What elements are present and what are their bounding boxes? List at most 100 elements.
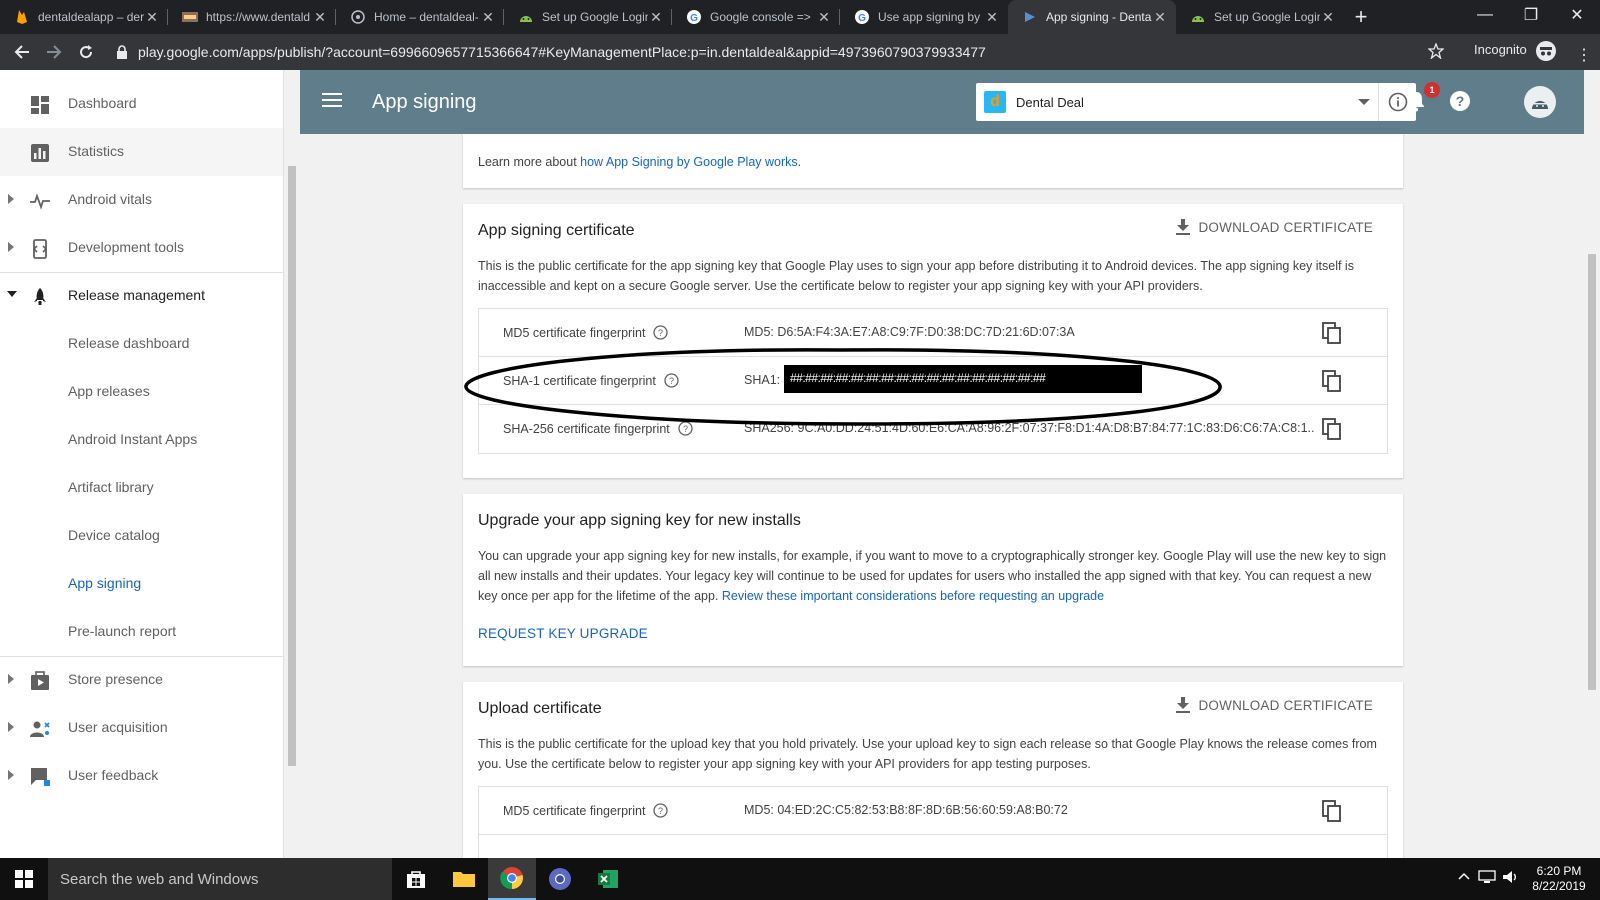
browser-tab[interactable]: Set up Google Login ✕: [504, 0, 672, 34]
network-icon[interactable]: [1478, 870, 1496, 884]
sidebar-item-app-signing[interactable]: App signing: [0, 560, 283, 608]
sidebar: Dashboard Statistics Android vitals Deve…: [0, 70, 284, 858]
help-circle-icon[interactable]: ?: [653, 325, 669, 340]
copy-icon[interactable]: [1321, 321, 1343, 345]
sidebar-item-pre-launch-report[interactable]: Pre-launch report: [0, 608, 283, 656]
sidebar-item-android-vitals[interactable]: Android vitals: [0, 176, 283, 224]
close-tab-icon[interactable]: ✕: [1320, 9, 1336, 26]
learn-more-text: Learn more about how App Signing by Goog…: [478, 155, 802, 169]
page-scrollbar-thumb[interactable]: [1588, 254, 1596, 690]
sidebar-item-release-dashboard[interactable]: Release dashboard: [0, 320, 283, 368]
fingerprint-row: [479, 835, 1387, 858]
forward-button[interactable]: [38, 36, 70, 68]
taskbar-chrome-canary[interactable]: [536, 858, 584, 900]
address-bar[interactable]: play.google.com/apps/publish/?account=69…: [108, 38, 1444, 66]
sidebar-item-label: Release management: [68, 287, 205, 303]
android-icon: [1532, 101, 1548, 109]
browser-tab[interactable]: Home – dentaldeal- ✕: [336, 0, 504, 34]
minimize-button[interactable]: —: [1462, 0, 1508, 30]
fingerprint-label: MD5 certificate fingerprint ?: [503, 803, 669, 818]
browser-tab[interactable]: Set up Google Login ✕: [1176, 0, 1344, 34]
start-button[interactable]: [0, 858, 48, 900]
show-hidden-icons[interactable]: [1458, 872, 1470, 880]
browser-tab[interactable]: G Google console => ✕: [672, 0, 840, 34]
close-tab-icon[interactable]: ✕: [144, 9, 160, 26]
incognito-icon[interactable]: [1536, 41, 1556, 61]
taskbar-file-explorer[interactable]: [440, 858, 488, 900]
sidebar-scrollbar-thumb[interactable]: [288, 166, 296, 766]
sidebar-item-app-releases[interactable]: App releases: [0, 368, 283, 416]
sidebar-item-label: Artifact library: [68, 479, 154, 495]
system-clock[interactable]: 6:20 PM 8/22/2019: [1530, 864, 1588, 894]
sidebar-item-store-presence[interactable]: Store presence: [0, 656, 283, 704]
sidebar-item-user-acquisition[interactable]: User acquisition: [0, 704, 283, 752]
sidebar-item-label: Android Instant Apps: [68, 431, 198, 447]
download-certificate-button[interactable]: DOWNLOAD CERTIFICATE: [1176, 697, 1373, 713]
download-icon: [1176, 697, 1191, 713]
sidebar-item-label: Device catalog: [68, 527, 160, 543]
copy-icon[interactable]: [1321, 369, 1343, 393]
card-description: You can upgrade your app signing key for…: [478, 549, 1387, 603]
close-tab-icon[interactable]: ✕: [480, 9, 496, 26]
copy-icon[interactable]: [1321, 417, 1343, 441]
windows-logo-icon: [15, 870, 33, 888]
page-scrollbar[interactable]: [1584, 70, 1600, 858]
upgrade-considerations-link[interactable]: Review these important considerations be…: [722, 589, 1104, 603]
browser-tab-active[interactable]: App signing - Denta ✕: [1008, 0, 1176, 34]
notifications-icon[interactable]: [1406, 90, 1426, 112]
close-tab-icon[interactable]: ✕: [312, 9, 328, 26]
sidebar-item-device-catalog[interactable]: Device catalog: [0, 512, 283, 560]
reload-button[interactable]: [70, 36, 102, 68]
svg-text:?: ?: [1456, 93, 1465, 109]
close-tab-icon[interactable]: ✕: [648, 9, 664, 26]
excel-icon: [598, 870, 618, 888]
taskbar-store-app[interactable]: [392, 858, 440, 900]
restore-button[interactable]: ❐: [1508, 0, 1554, 30]
account-avatar[interactable]: [1524, 86, 1556, 118]
android-icon: [1190, 9, 1206, 25]
browser-tab[interactable]: G Use app signing by ✕: [840, 0, 1008, 34]
help-icon[interactable]: ?: [1449, 90, 1471, 112]
sidebar-item-artifact-library[interactable]: Artifact library: [0, 464, 283, 512]
download-certificate-button[interactable]: DOWNLOAD CERTIFICATE: [1176, 219, 1373, 235]
volume-icon[interactable]: [1502, 870, 1520, 884]
back-button[interactable]: [6, 36, 38, 68]
globe-icon: [350, 9, 366, 25]
close-window-button[interactable]: ✕: [1554, 0, 1600, 30]
vitals-icon: [30, 193, 50, 210]
menu-icon[interactable]: [322, 92, 342, 108]
sidebar-item-android-instant-apps[interactable]: Android Instant Apps: [0, 416, 283, 464]
sidebar-item-label: Pre-launch report: [68, 623, 177, 639]
fingerprint-row-md5: MD5 certificate fingerprint ? MD5: 04:ED…: [479, 787, 1387, 835]
taskbar-excel[interactable]: [584, 858, 632, 900]
sidebar-scrollbar[interactable]: [284, 70, 300, 858]
card-title: Upload certificate: [478, 700, 602, 717]
dev-tools-icon: [32, 239, 48, 259]
copy-icon[interactable]: [1321, 799, 1343, 823]
close-tab-icon[interactable]: ✕: [1152, 9, 1168, 26]
browser-tab[interactable]: dentaldealapp – der ✕: [0, 0, 168, 34]
sidebar-item-label: User feedback: [68, 767, 159, 783]
tab-label: Google console =>: [710, 10, 811, 24]
sidebar-item-development-tools[interactable]: Development tools: [0, 224, 283, 272]
site-icon: [182, 9, 198, 25]
sidebar-item-user-feedback[interactable]: User feedback: [0, 752, 283, 800]
app-signing-certificate-card: App signing certificate DOWNLOAD CERTIFI…: [463, 204, 1403, 478]
taskbar-chrome[interactable]: [488, 858, 536, 900]
sidebar-item-statistics[interactable]: Statistics: [0, 128, 283, 176]
taskbar-search-input[interactable]: Search the web and Windows: [48, 858, 392, 900]
more-menu-icon[interactable]: ⋮: [1576, 45, 1592, 65]
svg-text:?: ?: [658, 328, 663, 338]
chevron-right-icon: [8, 674, 14, 684]
bookmark-star-icon[interactable]: [1428, 43, 1444, 59]
request-key-upgrade-button[interactable]: REQUEST KEY UPGRADE: [478, 626, 648, 641]
new-tab-button[interactable]: +: [1344, 0, 1378, 34]
close-tab-icon[interactable]: ✕: [984, 9, 1000, 26]
sidebar-item-release-management[interactable]: Release management: [0, 272, 283, 320]
close-tab-icon[interactable]: ✕: [816, 9, 832, 26]
sidebar-item-dashboard[interactable]: Dashboard: [0, 80, 283, 128]
learn-more-link[interactable]: how App Signing by Google Play works: [580, 155, 798, 169]
help-circle-icon[interactable]: ?: [653, 803, 669, 818]
app-selector[interactable]: d Dental Deal: [976, 83, 1416, 121]
browser-tab[interactable]: https://www.dentald ✕: [168, 0, 336, 34]
